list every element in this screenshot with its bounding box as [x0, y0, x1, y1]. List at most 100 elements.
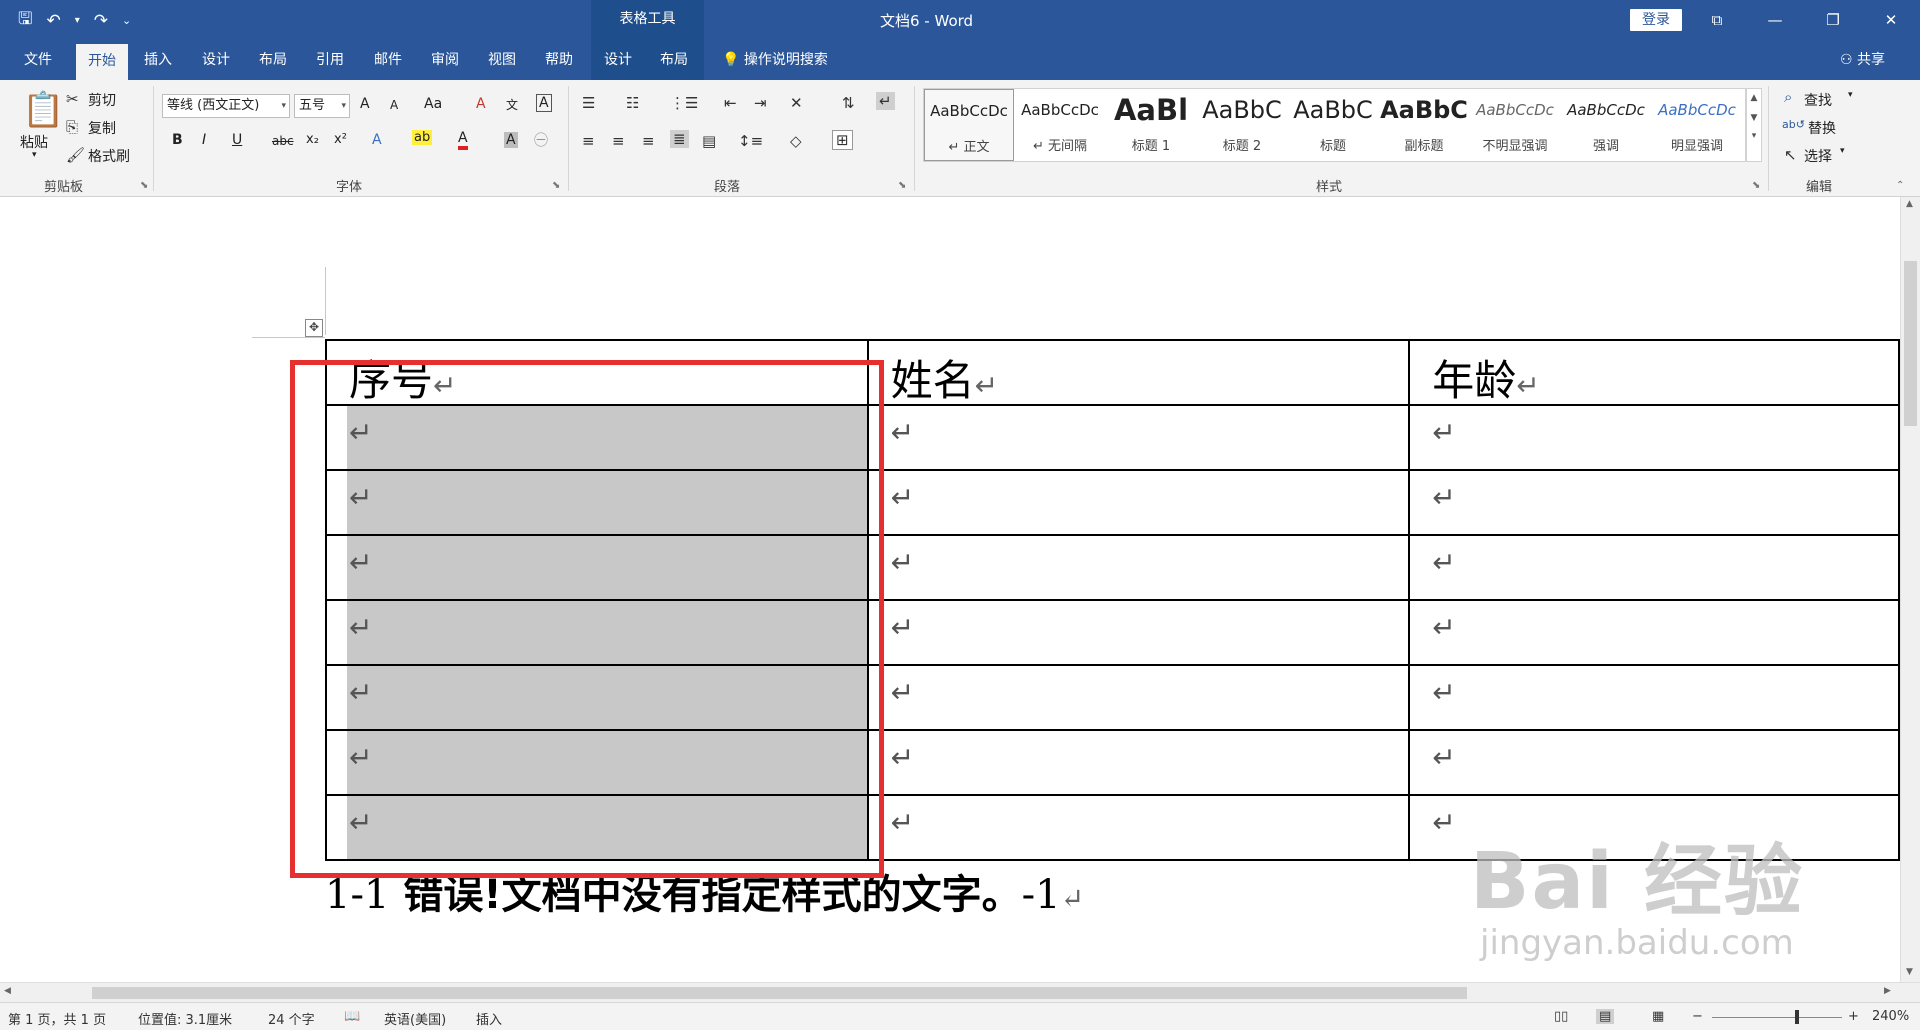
paragraph-launcher-icon[interactable]: ⬊: [898, 180, 906, 191]
close-icon[interactable]: ✕: [1862, 0, 1920, 40]
decrease-indent-icon[interactable]: ⇤: [724, 94, 737, 112]
justify-icon[interactable]: ≣: [670, 130, 689, 148]
tab-insert[interactable]: 插入: [132, 40, 184, 80]
tab-view[interactable]: 视图: [476, 40, 528, 80]
style-subtle-emphasis[interactable]: AaBbCcDc 不明显强调: [1470, 89, 1560, 161]
show-marks-icon[interactable]: ↵: [876, 92, 895, 110]
redo-icon[interactable]: ↷: [94, 11, 108, 31]
chevron-right-icon[interactable]: ▶: [1884, 986, 1891, 996]
font-launcher-icon[interactable]: ⬊: [552, 180, 560, 191]
insert-mode-status[interactable]: 插入: [476, 1009, 502, 1028]
tab-mailings[interactable]: 邮件: [362, 40, 414, 80]
tell-me-search[interactable]: 💡 操作说明搜索: [722, 40, 828, 80]
table-cell[interactable]: ↵: [866, 469, 1411, 536]
multilevel-list-icon[interactable]: ⋮☰: [670, 94, 698, 112]
horizontal-scrollbar[interactable]: ◀ ▶: [0, 982, 1920, 1002]
superscript-button[interactable]: x²: [334, 132, 347, 147]
save-icon[interactable]: 🖫: [18, 6, 32, 35]
web-layout-icon[interactable]: ▦: [1652, 1009, 1664, 1024]
document-canvas[interactable]: ✥ 序号↵ 姓名↵ 年龄↵ ↵ ↵ ↵ ↵ ↵ ↵ ↵ ↵ ↵ ↵ ↵ ↵ ↵ …: [0, 197, 1900, 982]
zoom-out-button[interactable]: −: [1692, 1009, 1703, 1024]
borders-icon[interactable]: ⊞: [832, 130, 853, 150]
print-layout-icon[interactable]: ▤: [1596, 1009, 1615, 1024]
share-button[interactable]: ⚇ 共享: [1840, 40, 1885, 80]
replace-button[interactable]: 替换: [1808, 118, 1836, 138]
login-button[interactable]: 登录: [1630, 9, 1682, 31]
shading-icon[interactable]: ◇: [790, 132, 802, 150]
change-case-button[interactable]: Aa: [424, 96, 442, 112]
select-button[interactable]: 选择: [1804, 146, 1832, 166]
subscript-button[interactable]: x₂: [306, 132, 319, 147]
increase-indent-icon[interactable]: ⇥: [754, 94, 767, 112]
styles-launcher-icon[interactable]: ⬊: [1752, 180, 1760, 191]
style-heading-1[interactable]: AaBl 标题 1: [1106, 89, 1196, 161]
zoom-in-button[interactable]: +: [1848, 1009, 1859, 1024]
table-cell[interactable]: 姓名↵: [866, 339, 1411, 406]
horizontal-scroll-thumb[interactable]: [92, 987, 1467, 999]
tab-table-design[interactable]: 设计: [592, 40, 644, 80]
find-dropdown-icon[interactable]: ▾: [1848, 90, 1853, 100]
clear-formatting-button[interactable]: A: [476, 96, 486, 112]
shrink-font-button[interactable]: A: [390, 98, 398, 112]
styles-gallery-scroll[interactable]: ▲ ▼ ▾: [1746, 88, 1762, 162]
style-heading-2[interactable]: AaBbC 标题 2: [1197, 89, 1287, 161]
undo-dropdown-icon[interactable]: ▾: [75, 15, 80, 26]
table-cell[interactable]: ↵: [1408, 404, 1900, 471]
table-cell[interactable]: ↵: [1408, 469, 1900, 536]
table-cell[interactable]: ↵: [866, 729, 1411, 796]
tab-home[interactable]: 开始: [76, 44, 128, 80]
distributed-icon[interactable]: ▤: [702, 132, 716, 150]
text-effects-button[interactable]: A: [372, 132, 382, 148]
chevron-down-icon[interactable]: ▼: [1747, 113, 1761, 123]
enclose-characters-button[interactable]: ㊀: [534, 130, 548, 150]
vertical-scrollbar[interactable]: ▲ ▼: [1900, 197, 1920, 982]
style-normal[interactable]: AaBbCcDc ↵ 正文: [924, 89, 1014, 161]
tab-file[interactable]: 文件: [12, 40, 64, 80]
find-button[interactable]: 查找: [1804, 90, 1832, 110]
copy-icon[interactable]: ⎘: [66, 118, 78, 136]
sort-icon[interactable]: ⇅: [842, 94, 855, 112]
table-cell[interactable]: ↵: [866, 404, 1411, 471]
style-no-spacing[interactable]: AaBbCcDc ↵ 无间隔: [1015, 89, 1105, 161]
position-value[interactable]: 位置值: 3.1厘米: [138, 1009, 232, 1028]
zoom-level[interactable]: 240%: [1872, 1009, 1909, 1024]
align-center-icon[interactable]: ≡: [612, 132, 625, 150]
table-cell[interactable]: ↵: [866, 794, 1411, 861]
undo-icon[interactable]: ↶: [46, 11, 60, 31]
highlight-button[interactable]: ab: [412, 130, 433, 145]
table-move-handle-icon[interactable]: ✥: [305, 319, 323, 337]
chevron-up-icon[interactable]: ▲: [1747, 93, 1761, 103]
word-count[interactable]: 24 个字: [268, 1009, 315, 1028]
style-emphasis[interactable]: AaBbCcDc 强调: [1561, 89, 1651, 161]
select-dropdown-icon[interactable]: ▾: [1840, 146, 1845, 156]
tab-table-layout[interactable]: 布局: [648, 40, 700, 80]
style-title[interactable]: AaBbC 标题: [1288, 89, 1378, 161]
zoom-slider-track[interactable]: [1712, 1017, 1842, 1018]
style-subtitle[interactable]: AaBbC 副标题: [1379, 89, 1469, 161]
table-cell[interactable]: ↵: [866, 664, 1411, 731]
line-spacing-icon[interactable]: ↕≡: [738, 132, 763, 150]
customize-qat-icon[interactable]: ⌄: [122, 14, 131, 27]
format-painter-button[interactable]: 格式刷: [88, 146, 130, 166]
cursor-icon[interactable]: ↖: [1784, 146, 1797, 164]
grow-font-button[interactable]: A: [360, 96, 370, 112]
scissors-icon[interactable]: ✂: [66, 90, 79, 108]
tab-help[interactable]: 帮助: [533, 40, 585, 80]
table-cell[interactable]: ↵: [1408, 534, 1900, 601]
strikethrough-button[interactable]: abc: [272, 134, 294, 148]
tab-design[interactable]: 设计: [190, 40, 242, 80]
table-cell[interactable]: ↵: [866, 599, 1411, 666]
paste-button[interactable]: 粘贴: [20, 132, 48, 152]
search-icon[interactable]: ⌕: [1784, 88, 1792, 106]
align-left-icon[interactable]: ≡: [582, 132, 595, 150]
restore-icon[interactable]: ❐: [1804, 0, 1862, 40]
cut-button[interactable]: 剪切: [88, 90, 116, 110]
table-cell[interactable]: ↵: [1408, 729, 1900, 796]
paste-icon[interactable]: 📋: [22, 90, 64, 130]
font-name-combo[interactable]: 等线 (西文正文) ▾: [162, 94, 290, 118]
phonetic-guide-button[interactable]: 文: [506, 96, 518, 113]
zoom-slider-thumb[interactable]: [1795, 1010, 1799, 1024]
language-status[interactable]: 英语(美国): [384, 1009, 446, 1028]
table-cell[interactable]: ↵: [866, 534, 1411, 601]
tab-references[interactable]: 引用: [304, 40, 356, 80]
